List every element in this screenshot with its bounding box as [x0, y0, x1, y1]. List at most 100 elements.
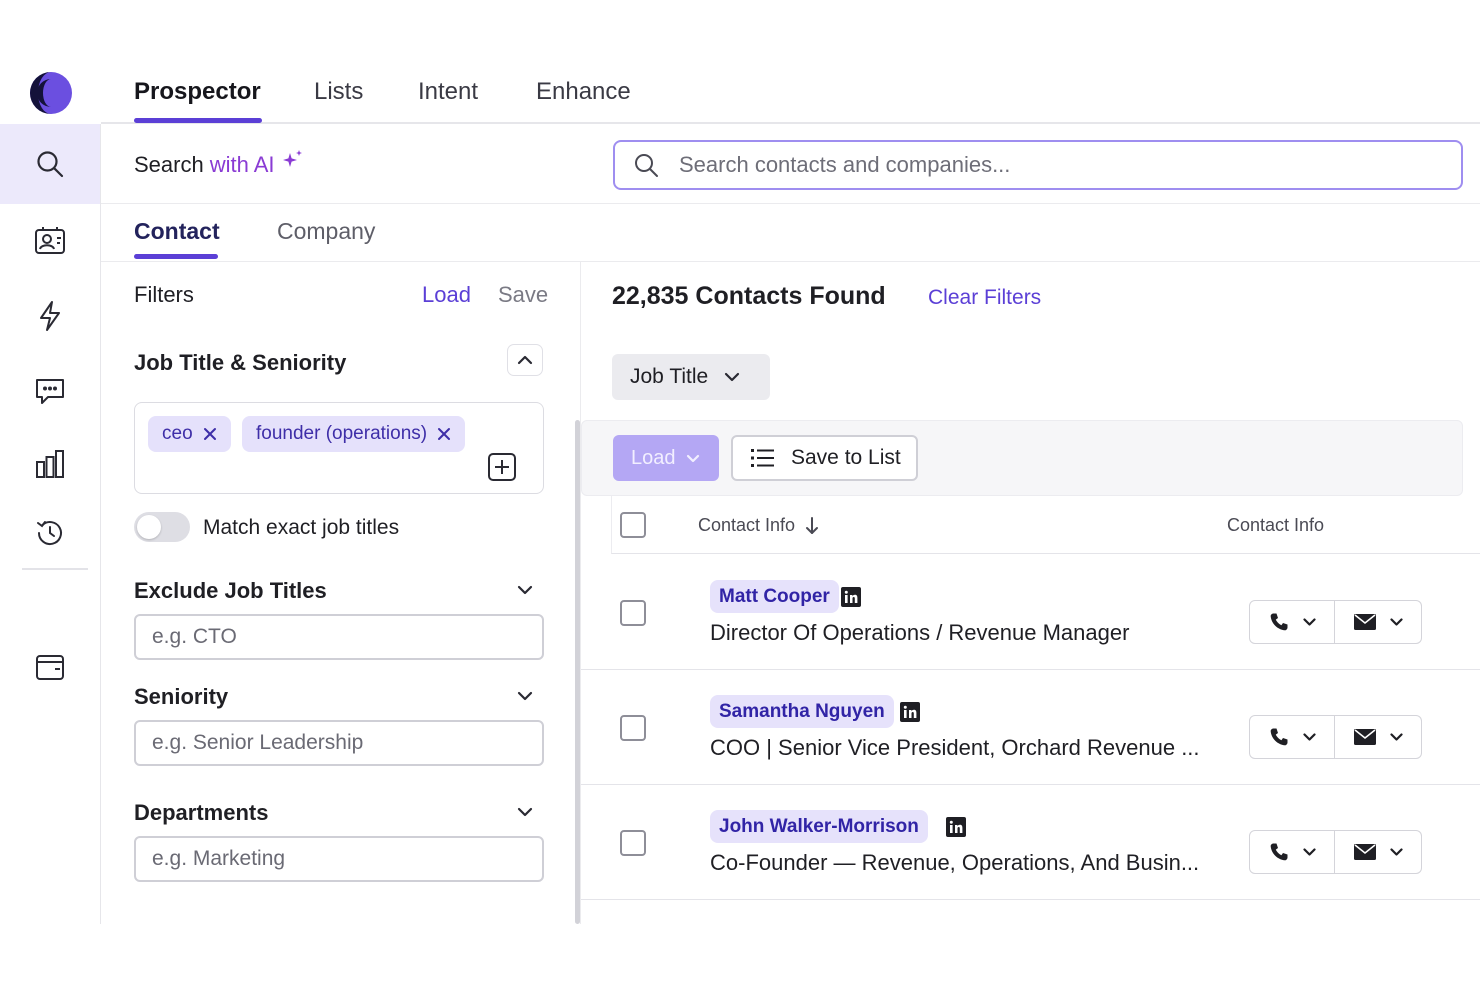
wallet-icon — [34, 652, 66, 682]
linkedin-icon[interactable] — [946, 817, 966, 837]
tab-intent[interactable]: Intent — [418, 78, 478, 106]
search-input[interactable] — [679, 152, 1439, 178]
filters-save-link[interactable]: Save — [498, 282, 548, 308]
contact-job-title: Director Of Operations / Revenue Manager — [710, 620, 1130, 645]
email-dropdown-button[interactable] — [1335, 715, 1422, 759]
contact-job-title: COO | Senior Vice President, Orchard Rev… — [710, 735, 1200, 760]
chevron-down-icon — [1302, 618, 1316, 626]
email-dropdown-button[interactable] — [1335, 830, 1422, 874]
tab-lists[interactable]: Lists — [314, 78, 363, 106]
phone-dropdown-button[interactable] — [1249, 600, 1335, 644]
list-icon — [751, 448, 775, 468]
tab-company[interactable]: Company — [277, 218, 375, 245]
chevron-down-icon — [1389, 848, 1403, 856]
departments-heading: Departments — [134, 800, 269, 825]
column-header-label: Contact Info — [1227, 515, 1325, 535]
search-contacts-box[interactable] — [613, 140, 1463, 190]
remove-tag-icon[interactable] — [203, 427, 217, 441]
top-nav: Prospector Lists Intent Enhance — [101, 62, 1480, 124]
job-title-tag-box[interactable]: ceo founder (operations) — [134, 402, 544, 494]
search-icon — [633, 152, 659, 178]
sidebar-divider — [22, 568, 88, 570]
sidebar-item-intent[interactable] — [0, 279, 100, 353]
tab-enhance[interactable]: Enhance — [536, 78, 631, 106]
arrow-down-icon — [805, 516, 819, 535]
phone-icon — [1269, 842, 1289, 862]
chevron-up-icon — [517, 355, 533, 365]
add-tag-button[interactable] — [487, 452, 517, 482]
contact-name-chip[interactable]: John Walker-Morrison — [710, 810, 928, 843]
lightning-icon — [37, 300, 63, 332]
active-subtab-indicator — [134, 254, 218, 259]
envelope-icon — [1353, 844, 1376, 860]
app-logo[interactable] — [30, 72, 72, 114]
prospector-app: Prospector Lists Intent Enhance Search w… — [0, 62, 1480, 924]
sidebar-item-search[interactable] — [0, 124, 100, 204]
filters-panel: Filters Load Save Job Title & Seniority … — [101, 262, 581, 924]
chevron-down-icon — [724, 372, 740, 382]
chevron-down-icon — [517, 585, 533, 595]
seniority-heading: Seniority — [134, 684, 229, 709]
filters-scrollbar[interactable] — [575, 420, 580, 924]
departments-expand-button[interactable] — [513, 800, 537, 824]
seniority-expand-button[interactable] — [513, 684, 537, 708]
table-header: Contact Info Contact Info — [611, 496, 1480, 554]
filters-title: Filters — [134, 282, 194, 307]
search-icon — [35, 149, 65, 179]
contact-name-chip[interactable]: Samantha Nguyen — [710, 695, 894, 728]
exclude-expand-button[interactable] — [513, 578, 537, 602]
select-all-checkbox[interactable] — [620, 512, 646, 538]
history-icon — [34, 517, 66, 549]
ai-label-prefix: Search — [134, 152, 204, 177]
contact-name-chip[interactable]: Matt Cooper — [710, 580, 839, 613]
sidebar-item-messages[interactable] — [0, 354, 100, 428]
toggle-knob — [137, 515, 161, 539]
departments-input[interactable] — [134, 836, 544, 882]
load-dropdown-button[interactable]: Load — [613, 435, 719, 481]
row-checkbox[interactable] — [620, 830, 646, 856]
phone-dropdown-button[interactable] — [1249, 830, 1335, 874]
tag-founder-operations: founder (operations) — [242, 416, 466, 452]
entity-tabs: Contact Company — [101, 204, 1480, 262]
sidebar-item-contacts[interactable] — [0, 204, 100, 278]
remove-tag-icon[interactable] — [437, 427, 451, 441]
sidebar-item-history[interactable] — [0, 496, 100, 570]
linkedin-icon[interactable] — [841, 587, 861, 607]
results-panel: 22,835 Contacts Found Clear Filters Job … — [581, 262, 1480, 924]
sidebar-item-analytics[interactable] — [0, 427, 100, 501]
save-to-list-label: Save to List — [791, 446, 901, 469]
sparkle-icon — [281, 149, 305, 171]
seniority-input[interactable] — [134, 720, 544, 766]
chat-icon — [34, 376, 66, 406]
sort-contact-info-header[interactable]: Contact Info — [698, 515, 819, 536]
search-with-ai-label[interactable]: Search with AI — [134, 149, 305, 178]
tag-label: ceo — [162, 423, 193, 444]
plus-box-icon — [487, 452, 517, 482]
save-to-list-button[interactable]: Save to List — [731, 435, 918, 481]
chevron-down-icon — [1389, 733, 1403, 741]
sidebar-item-wallet[interactable] — [0, 630, 100, 704]
row-checkbox[interactable] — [620, 600, 646, 626]
tab-prospector[interactable]: Prospector — [134, 78, 261, 106]
match-exact-toggle[interactable] — [134, 512, 190, 542]
chevron-down-icon — [1302, 848, 1316, 856]
job-title-dropdown-label: Job Title — [630, 365, 709, 388]
table-row[interactable]: John Walker-Morrison Co-Founder — Revenu… — [581, 785, 1480, 900]
table-row[interactable]: Samantha Nguyen COO | Senior Vice Presid… — [581, 670, 1480, 785]
contact-actions — [1249, 715, 1422, 759]
chevron-down-icon — [1389, 618, 1403, 626]
job-title-dropdown[interactable]: Job Title — [612, 354, 770, 400]
phone-dropdown-button[interactable] — [1249, 715, 1335, 759]
linkedin-icon[interactable] — [900, 702, 920, 722]
clear-filters-link[interactable]: Clear Filters — [928, 286, 1041, 310]
chevron-down-icon — [686, 454, 700, 463]
filters-load-link[interactable]: Load — [422, 282, 471, 308]
tab-contact[interactable]: Contact — [134, 218, 220, 245]
exclude-job-titles-input[interactable] — [134, 614, 544, 660]
collapse-job-title-button[interactable] — [507, 344, 543, 376]
row-checkbox[interactable] — [620, 715, 646, 741]
table-row[interactable]: Matt Cooper Director Of Operations / Rev… — [581, 555, 1480, 670]
column-header-label: Contact Info — [698, 515, 796, 535]
ai-label-ai: with AI — [209, 152, 275, 177]
email-dropdown-button[interactable] — [1335, 600, 1422, 644]
